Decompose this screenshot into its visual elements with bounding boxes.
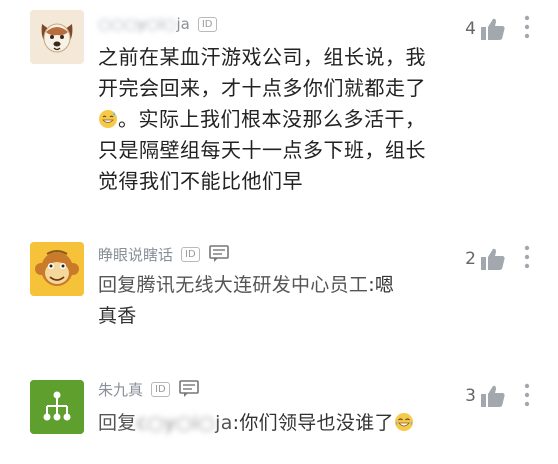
comment-line: 觉得我们不能比他们早 — [98, 169, 303, 193]
username[interactable]: 睁眼说瞎话 — [98, 244, 173, 265]
more-options-icon[interactable] — [519, 244, 535, 270]
reply-line: 回复c○y○i○ja:你们领导也没谁了 — [98, 408, 428, 439]
reply-target[interactable]: ja — [215, 412, 233, 434]
comment-line: 只是隔壁组每天十一点多下班，组长 — [98, 138, 426, 162]
comment-item: 朱九真 ID 回复c○y○i○ja:你们领导也没谁了 3 — [0, 360, 558, 464]
like-count: 2 — [465, 249, 476, 269]
comment-thread-icon[interactable] — [178, 380, 199, 398]
reply-prefix: 回复 — [98, 412, 137, 434]
monkey-icon — [30, 242, 84, 296]
comment-line: 开完会回来，才十点多你们就都走了 — [98, 76, 426, 100]
reply-line: 回复腾讯无线大连研发中心员工:嗯 — [98, 270, 428, 301]
reply-prefix: 回复 — [98, 274, 137, 296]
reply-body: 你们领导也没谁了 — [239, 412, 394, 434]
username-redacted: ○○○y○i○ — [98, 15, 177, 33]
comment-header: 朱九真 ID — [98, 378, 199, 400]
comment-header: ○○○y○i○ ja ID — [98, 13, 217, 35]
reply-line: 真香 — [98, 305, 137, 327]
avatar[interactable] — [30, 242, 84, 296]
reply-target[interactable]: 腾讯无线大连研发中心员工 — [137, 274, 369, 296]
more-options-icon[interactable] — [519, 14, 535, 40]
username[interactable]: 朱九真 — [98, 379, 143, 400]
avatar[interactable] — [30, 10, 84, 64]
thumbs-up-icon — [481, 385, 505, 407]
reply-target-redacted: c○y○i○ — [136, 412, 216, 434]
id-badge: ID — [181, 246, 200, 262]
thumbs-up-icon — [481, 18, 505, 40]
avatar[interactable] — [30, 380, 84, 434]
comment-header: 睁眼说瞎话 ID — [98, 243, 229, 265]
comment-item: ○○○y○i○ ja ID 之前在某血汗游戏公司，组长说，我 开完会回来，才十点… — [0, 0, 558, 230]
like-button[interactable]: 4 — [462, 17, 506, 41]
comment-thread-icon[interactable] — [208, 245, 229, 263]
like-button[interactable]: 3 — [462, 384, 506, 408]
reply-body: 嗯 — [374, 274, 395, 296]
username[interactable]: ja — [177, 15, 190, 33]
reply-text: 回复腾讯无线大连研发中心员工:嗯 真香 — [98, 270, 428, 332]
like-count: 4 — [465, 19, 476, 39]
network-icon — [30, 380, 84, 434]
dog-icon — [30, 10, 84, 64]
reply-text: 回复c○y○i○ja:你们领导也没谁了 — [98, 408, 428, 439]
id-badge: ID — [197, 16, 217, 32]
grin-sweat-emoji-icon — [98, 107, 118, 128]
comment-line: 之前在某血汗游戏公司，组长说，我 — [98, 45, 426, 69]
thumbs-up-icon — [481, 248, 505, 270]
id-badge: ID — [151, 381, 170, 397]
reply-separator: : — [368, 274, 375, 296]
more-options-icon[interactable] — [519, 382, 535, 408]
comment-item: 睁眼说瞎话 ID 回复腾讯无线大连研发中心员工:嗯 真香 2 — [0, 230, 558, 360]
like-count: 3 — [465, 386, 476, 406]
comment-line: 。实际上我们根本没那么多活干， — [118, 107, 426, 131]
comment-text: 之前在某血汗游戏公司，组长说，我 开完会回来，才十点多你们就都走了 。实际上我们… — [98, 42, 428, 197]
laugh-cry-emoji-icon — [394, 411, 414, 431]
like-button[interactable]: 2 — [462, 247, 506, 271]
comment-line-with-emoji: 。实际上我们根本没那么多活干， — [98, 104, 428, 135]
